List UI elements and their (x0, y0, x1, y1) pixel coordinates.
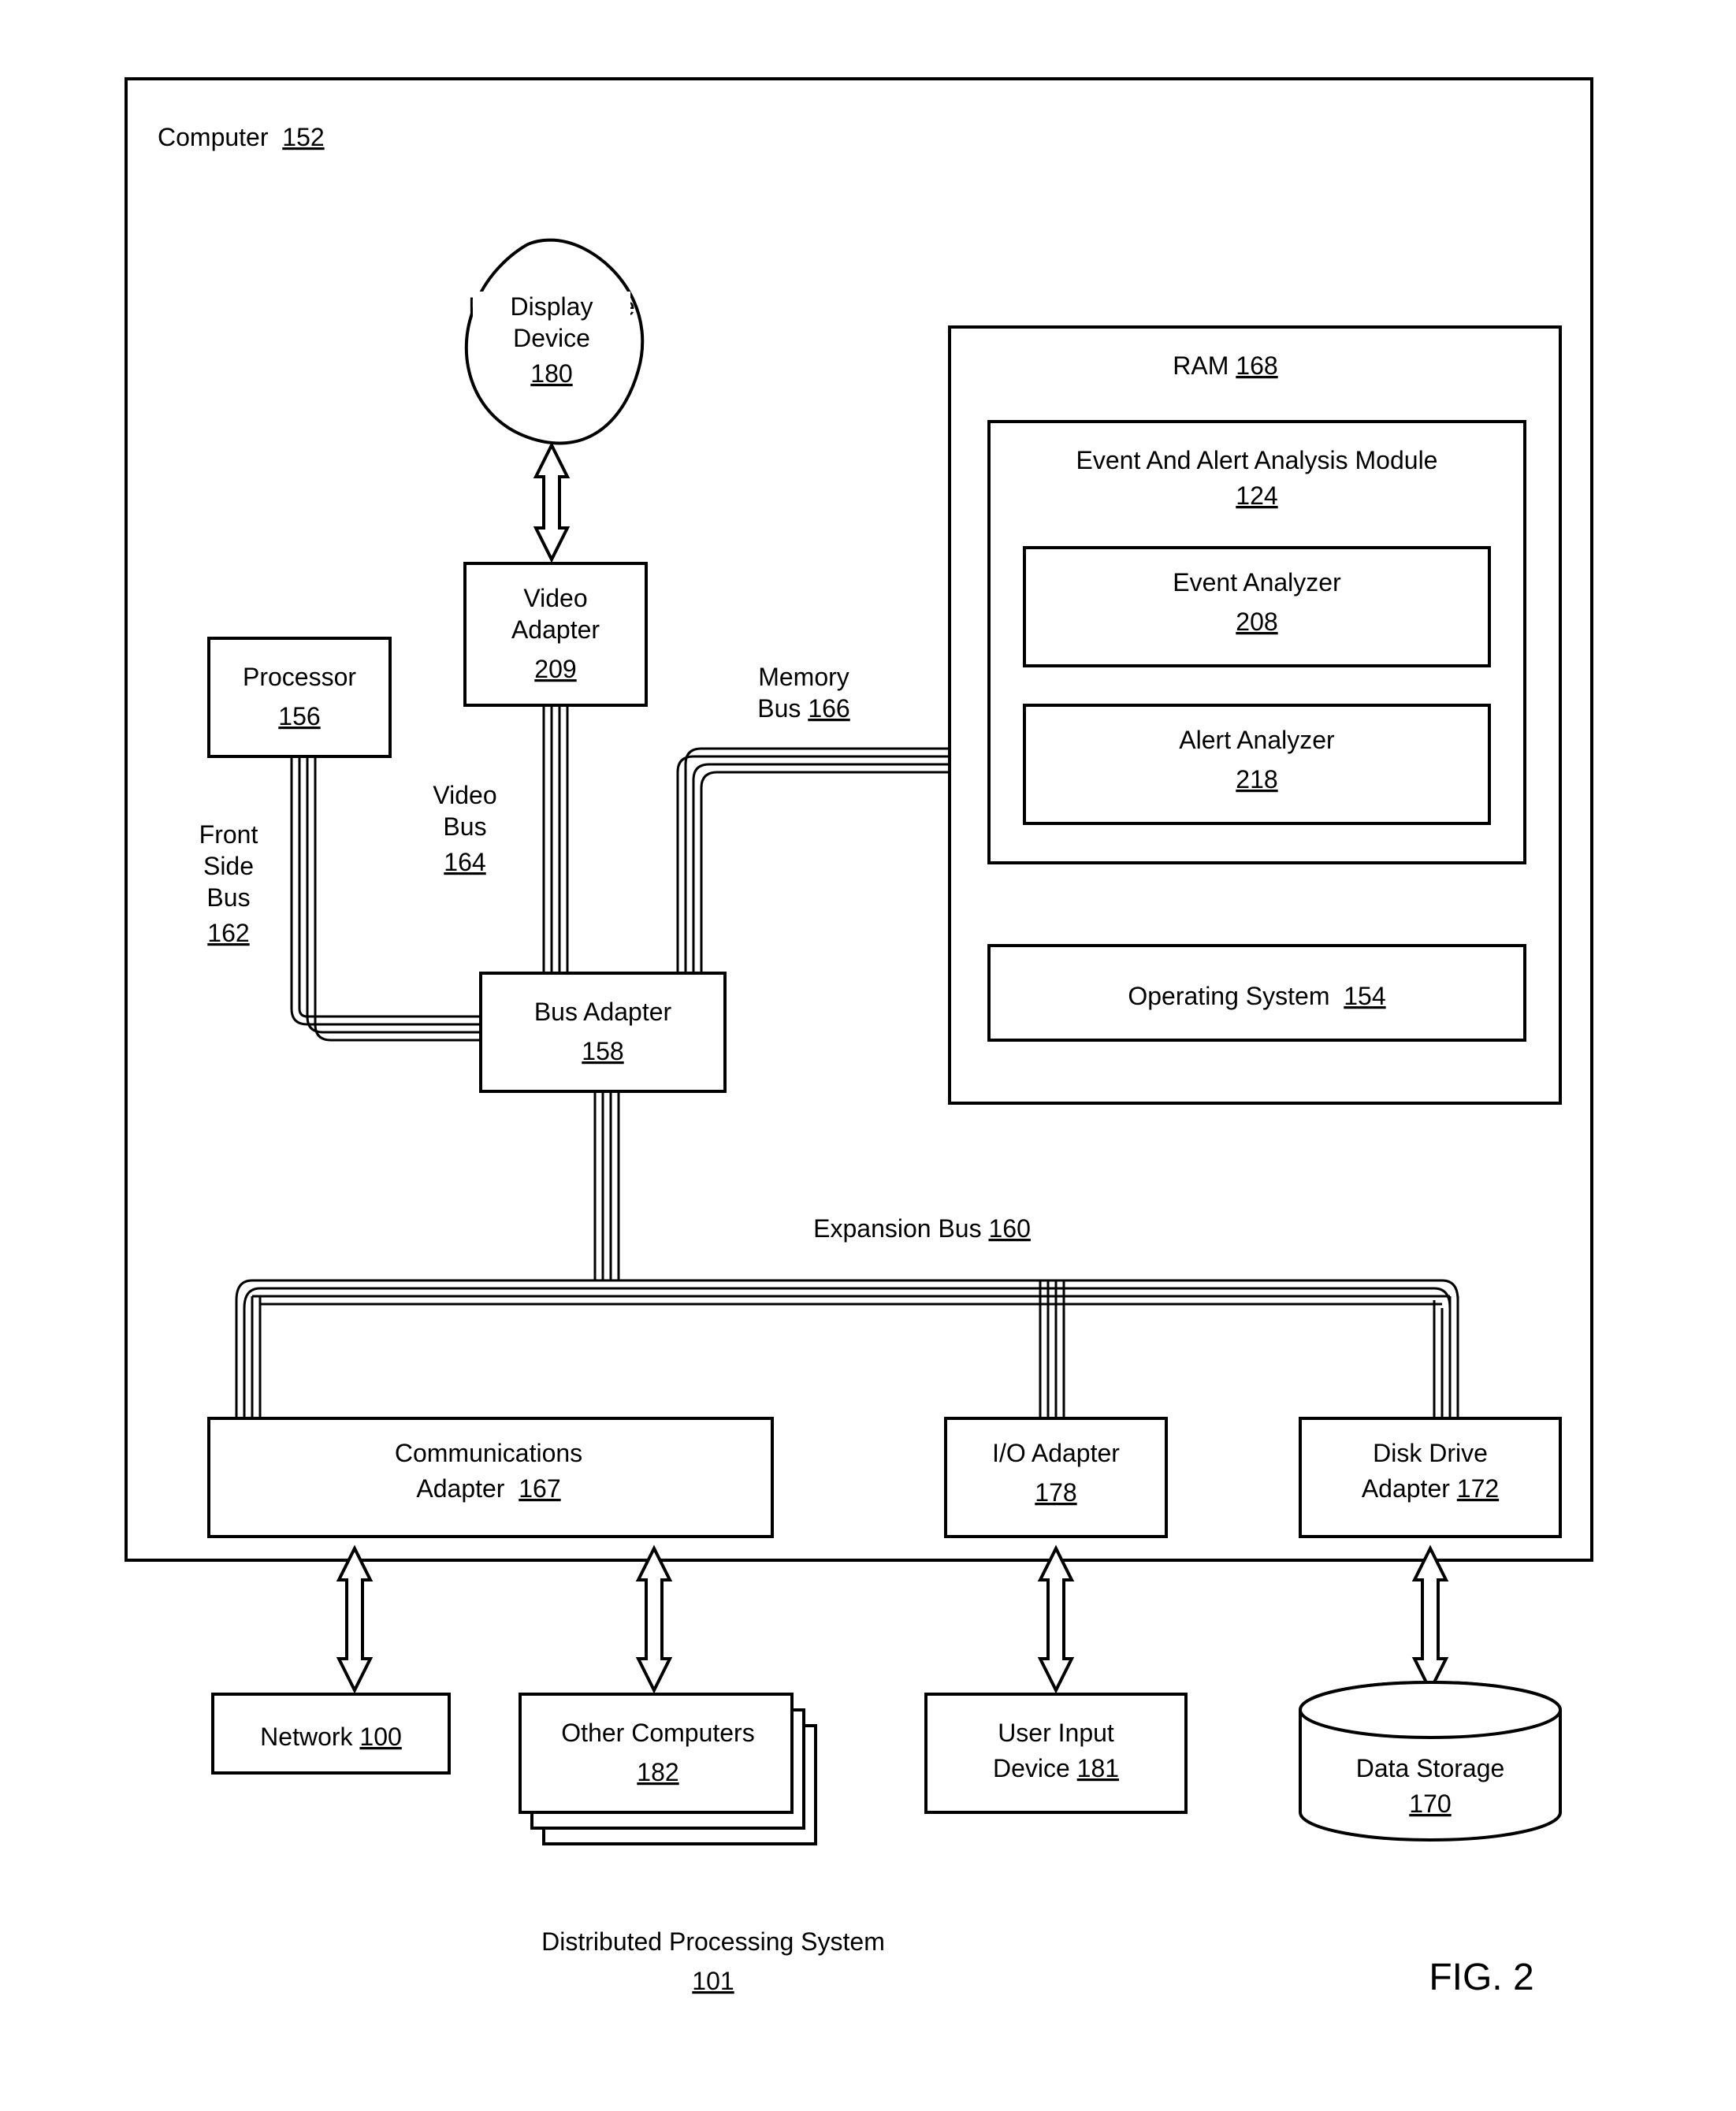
memory-bus-num: 166 (808, 694, 849, 723)
uid-label-l1: User Input (998, 1719, 1114, 1747)
disk-adapter-num: 172 (1457, 1474, 1499, 1503)
computer-num: 152 (282, 123, 324, 151)
display-label-line2: Device (513, 324, 590, 352)
processor-label: Processor (243, 663, 356, 691)
ram-num: 168 (1236, 351, 1277, 380)
video-bus-label-l2: Bus (443, 812, 486, 841)
fsb-num: 162 (207, 919, 249, 947)
fsb-label-l3: Bus (206, 883, 250, 912)
alert-analyzer-label: Alert Analyzer (1179, 726, 1335, 754)
disk-adapter-label-l1: Disk Drive (1373, 1439, 1488, 1467)
memory-bus-label: Bus 166 (757, 694, 849, 723)
arrow-comm-other (638, 1548, 670, 1690)
fsb-label-l1: Front (199, 820, 258, 849)
memory-bus-label-l1: Memory (758, 663, 849, 691)
arrow-disk-storage (1414, 1548, 1446, 1690)
other-computers-label: Other Computers (561, 1719, 754, 1747)
figure-label: FIG. 2 (1429, 1957, 1533, 1998)
footer-num: 101 (692, 1967, 734, 1995)
uid-label: Device 181 (993, 1754, 1119, 1782)
os-num: 154 (1344, 982, 1385, 1010)
processor-block: Processor 156 (209, 638, 390, 756)
ram-block: RAM 168 Event And Alert Analysis Module … (950, 327, 1560, 1103)
expansion-bus-label: Expansion Bus 160 (813, 1214, 1031, 1243)
arrow-io-uid (1040, 1548, 1072, 1690)
other-computers-block: Other Computers 182 (520, 1694, 816, 1844)
event-analyzer-num: 208 (1236, 608, 1277, 636)
video-adapter-num: 209 (534, 655, 576, 683)
comm-adapter-label-l1: Communications (395, 1439, 582, 1467)
video-bus-label-l1: Video (433, 781, 496, 809)
network-block: Network 100 (213, 1694, 449, 1773)
ea-module-label: Event And Alert Analysis Module (1076, 446, 1438, 474)
io-adapter-num: 178 (1035, 1478, 1076, 1507)
video-adapter-block: Video Adapter 209 (465, 563, 646, 705)
expansion-bus-num: 160 (988, 1214, 1030, 1243)
fsb-label-l2: Side (203, 852, 254, 880)
event-analyzer-label: Event Analyzer (1173, 568, 1341, 597)
ram-label: RAM 168 (1173, 351, 1277, 380)
data-storage-block: Data Storage 170 (1300, 1682, 1560, 1840)
ea-module-num: 124 (1236, 481, 1277, 510)
bus-adapter-block: Bus Adapter 158 (481, 973, 725, 1091)
disk-adapter-label: Adapter 172 (1362, 1474, 1499, 1503)
io-adapter-label: I/O Adapter (992, 1439, 1120, 1467)
display-label-line1: Display (511, 292, 593, 321)
video-adapter-label-l1: Video (523, 584, 587, 612)
network-num: 100 (359, 1723, 401, 1751)
diagram-root: Computer 152 Display Device Display Devi… (0, 0, 1736, 2111)
computer-title: Computer 152 (158, 123, 325, 151)
display-num: 180 (530, 359, 572, 388)
other-computers-num: 182 (637, 1758, 678, 1786)
uid-num: 181 (1077, 1754, 1119, 1782)
video-bus-num: 164 (444, 848, 485, 876)
processor-num: 156 (278, 702, 320, 730)
comm-adapter-num: 167 (519, 1474, 560, 1503)
alert-analyzer-num: 218 (1236, 765, 1277, 793)
io-adapter-block: I/O Adapter 178 (946, 1418, 1166, 1537)
network-label: Network 100 (260, 1723, 402, 1751)
comm-adapter-label: Adapter 167 (416, 1474, 560, 1503)
data-storage-label: Data Storage (1356, 1754, 1505, 1782)
footer-label: Distributed Processing System (541, 1927, 885, 1956)
bus-adapter-num: 158 (582, 1037, 623, 1065)
comm-adapter-block: Communications Adapter 167 (209, 1418, 772, 1537)
user-input-device-block: User Input Device 181 (926, 1694, 1186, 1812)
bus-adapter-label: Bus Adapter (534, 998, 672, 1026)
video-adapter-label-l2: Adapter (511, 615, 600, 644)
disk-drive-adapter-block: Disk Drive Adapter 172 (1300, 1418, 1560, 1537)
data-storage-num: 170 (1409, 1790, 1451, 1818)
os-label: Operating System 154 (1128, 982, 1385, 1010)
arrow-comm-network (339, 1548, 370, 1690)
